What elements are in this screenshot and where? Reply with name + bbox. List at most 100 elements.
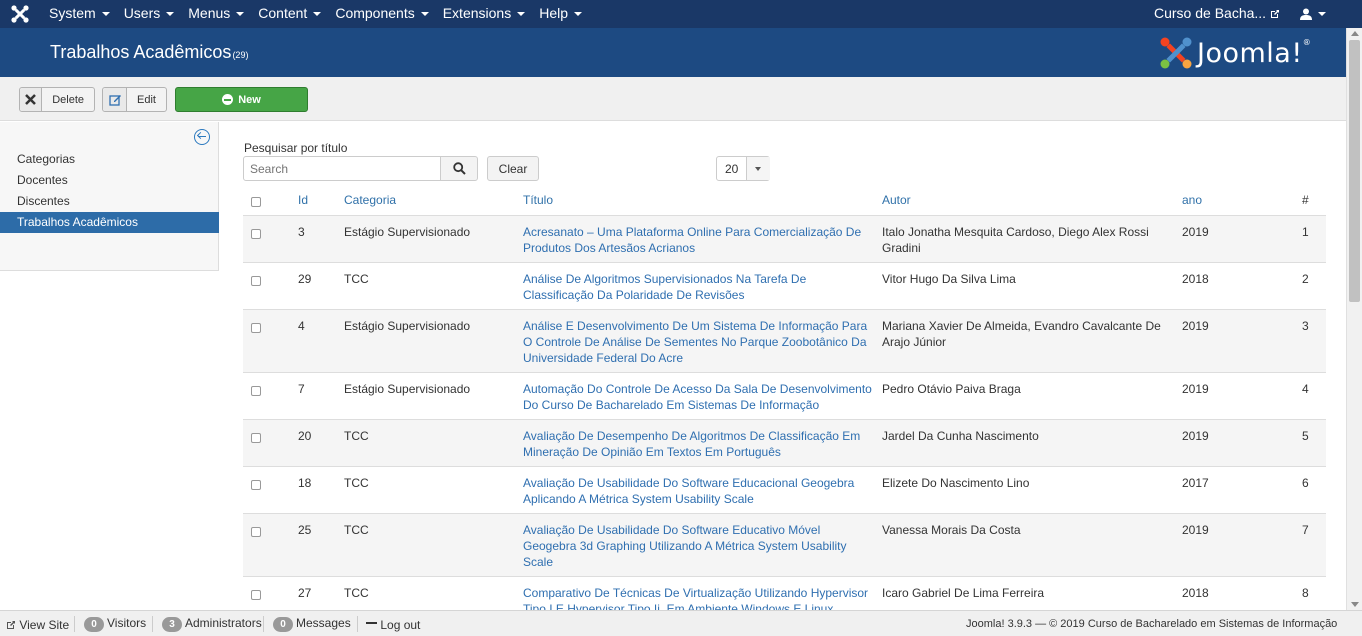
row-checkbox[interactable] — [251, 386, 261, 396]
cell-autor: Icaro Gabriel De Lima Ferreira — [882, 585, 1044, 601]
row-checkbox[interactable] — [251, 276, 261, 286]
cell-id: 18 — [298, 476, 312, 490]
scroll-down-icon[interactable] — [1351, 602, 1359, 607]
visitors-status[interactable]: 0 Visitors — [84, 616, 146, 632]
cell-ano: 2019 — [1182, 429, 1209, 443]
cell-id: 20 — [298, 429, 312, 443]
messages-status[interactable]: 0 Messages — [273, 616, 351, 632]
row-checkbox[interactable] — [251, 229, 261, 239]
search-button[interactable] — [440, 156, 478, 181]
titulo-line: Scale — [523, 555, 554, 569]
administrators-badge: 3 — [162, 617, 182, 632]
footer-copyright: Joomla! 3.9.3 — © 2019 Curso de Bacharel… — [966, 618, 1338, 630]
column-header-titulo[interactable]: Título — [523, 193, 553, 207]
row-checkbox[interactable] — [251, 323, 261, 333]
table-row: 25 TCC Avaliação De Usabilidade Do Softwar… — [243, 514, 1326, 577]
row-checkbox[interactable] — [251, 527, 261, 537]
joomla-brand: Joomla!® — [1159, 35, 1311, 71]
table-row: 4 Estágio Supervisionado Análise E Desenvo… — [243, 310, 1326, 373]
delete-label: Delete — [52, 93, 84, 106]
titulo-line: Universidade Federal Do Acre — [523, 351, 684, 365]
search-input[interactable] — [243, 156, 441, 181]
autor-line: Icaro Gabriel De Lima Ferreira — [882, 586, 1045, 600]
column-header-id[interactable]: Id — [298, 193, 308, 207]
cell-number: 4 — [1302, 382, 1309, 396]
table-row: 20 TCC Avaliação De Desempenho De Algoritm… — [243, 420, 1326, 467]
edit-button[interactable]: Edit — [102, 87, 167, 112]
new-button[interactable]: New — [175, 87, 308, 112]
item-count: (29) — [232, 50, 249, 60]
status-bar: View Site 0 Visitors 3 Administrators 0 Mes… — [0, 610, 1362, 636]
plus-circle-icon — [222, 94, 234, 105]
external-link-icon — [7, 621, 15, 629]
sidebar-item-categorias[interactable]: Categorias — [0, 149, 219, 170]
menu-item-components[interactable]: Components — [328, 0, 435, 28]
user-icon — [1300, 8, 1312, 20]
titulo-line: Avaliação De Usabilidade Do Software Edu… — [523, 523, 821, 537]
clear-button[interactable]: Clear — [487, 156, 539, 181]
cell-ano: 2018 — [1182, 586, 1209, 600]
column-header-ano[interactable]: ano — [1182, 193, 1202, 207]
menu-item-menus[interactable]: Menus — [181, 0, 251, 28]
list-limit-value: 20 — [725, 162, 739, 176]
top-menu-bar: System Users Menus Content Components Extensi… — [0, 0, 1362, 28]
menu-item-system[interactable]: System — [42, 0, 117, 28]
sidebar-item-docentes[interactable]: Docentes — [0, 170, 219, 191]
row-checkbox[interactable] — [251, 433, 261, 443]
list-limit-select[interactable]: 20 — [716, 156, 770, 181]
administrators-status[interactable]: 3 Administrators — [162, 616, 262, 632]
site-name-label: Curso de Bacha... — [1154, 5, 1267, 21]
cell-id: 27 — [298, 586, 312, 600]
row-checkbox[interactable] — [251, 480, 261, 490]
messages-badge: 0 — [273, 617, 293, 632]
cell-id: 4 — [298, 319, 305, 333]
cell-number: 8 — [1302, 586, 1309, 600]
cell-titulo-link[interactable]: Automação Do Controle De Acesso Da Sala … — [523, 381, 872, 413]
row-checkbox[interactable] — [251, 590, 261, 600]
cell-autor: Vitor Hugo Da Silva Lima — [882, 271, 1016, 287]
titulo-line: Acresanato – Uma Plataforma Online Para … — [523, 225, 862, 239]
cell-titulo-link[interactable]: Avaliação De Usabilidade Do Software Edu… — [523, 522, 847, 570]
cell-categoria: TCC — [344, 476, 369, 490]
select-all-checkbox[interactable] — [251, 197, 261, 207]
menu-item-extensions[interactable]: Extensions — [436, 0, 532, 28]
user-menu[interactable] — [1300, 0, 1326, 28]
menu-item-users[interactable]: Users — [117, 0, 182, 28]
column-header-autor[interactable]: Autor — [882, 193, 911, 207]
cell-ano: 2019 — [1182, 319, 1209, 333]
edit-label: Edit — [137, 93, 156, 106]
logout-link[interactable]: Log out — [366, 618, 420, 632]
sidebar-item-trabalhos-academicos[interactable]: Trabalhos Acadêmicos — [0, 212, 219, 233]
joomla-logo-icon[interactable] — [10, 4, 30, 24]
delete-button[interactable]: Delete — [19, 87, 95, 112]
menu-item-content[interactable]: Content — [251, 0, 328, 28]
chevron-down-icon — [236, 12, 245, 17]
column-header-categoria[interactable]: Categoria — [344, 193, 396, 207]
search-icon — [452, 162, 466, 175]
cell-titulo-link[interactable]: Acresanato – Uma Plataforma Online Para … — [523, 224, 861, 256]
scroll-thumb[interactable] — [1349, 40, 1360, 302]
divider — [357, 616, 358, 632]
joomla-wordmark: Joomla!® — [1197, 37, 1312, 69]
chevron-down-icon — [1318, 11, 1326, 16]
cell-ano: 2017 — [1182, 476, 1209, 490]
main-menu: System Users Menus Content Components Extensi… — [42, 0, 589, 28]
view-site-link[interactable]: View Site — [6, 618, 69, 632]
divider — [152, 616, 153, 632]
page-scrollbar[interactable] — [1346, 28, 1362, 610]
titulo-line: Automação Do Controle De Acesso Da Sala … — [523, 382, 872, 396]
collapse-sidebar-icon[interactable] — [194, 129, 210, 145]
cell-titulo-link[interactable]: Avaliação De Usabilidade Do Software Edu… — [523, 475, 854, 507]
cell-titulo-link[interactable]: Análise De Algoritmos Supervisionados Na… — [523, 271, 806, 303]
cell-titulo-link[interactable]: Avaliação De Desempenho De Algoritmos De… — [523, 428, 860, 460]
site-name-link[interactable]: Curso de Bacha... — [1154, 0, 1280, 28]
menu-item-help[interactable]: Help — [532, 0, 589, 28]
cell-titulo-link[interactable]: Análise E Desenvolvimento De Um Sistema … — [523, 318, 867, 366]
sidebar-item-discentes[interactable]: Discentes — [0, 191, 219, 212]
sidebar-nav: Categorias Docentes Discentes Trabalhos Aca… — [0, 149, 219, 233]
scroll-up-icon[interactable] — [1351, 31, 1359, 36]
cell-number: 6 — [1302, 476, 1309, 490]
column-header-number: # — [1302, 193, 1309, 207]
cell-categoria: TCC — [344, 586, 369, 600]
titulo-line: Geogebra 3d Graphing Utilizando A Métric… — [523, 539, 847, 553]
